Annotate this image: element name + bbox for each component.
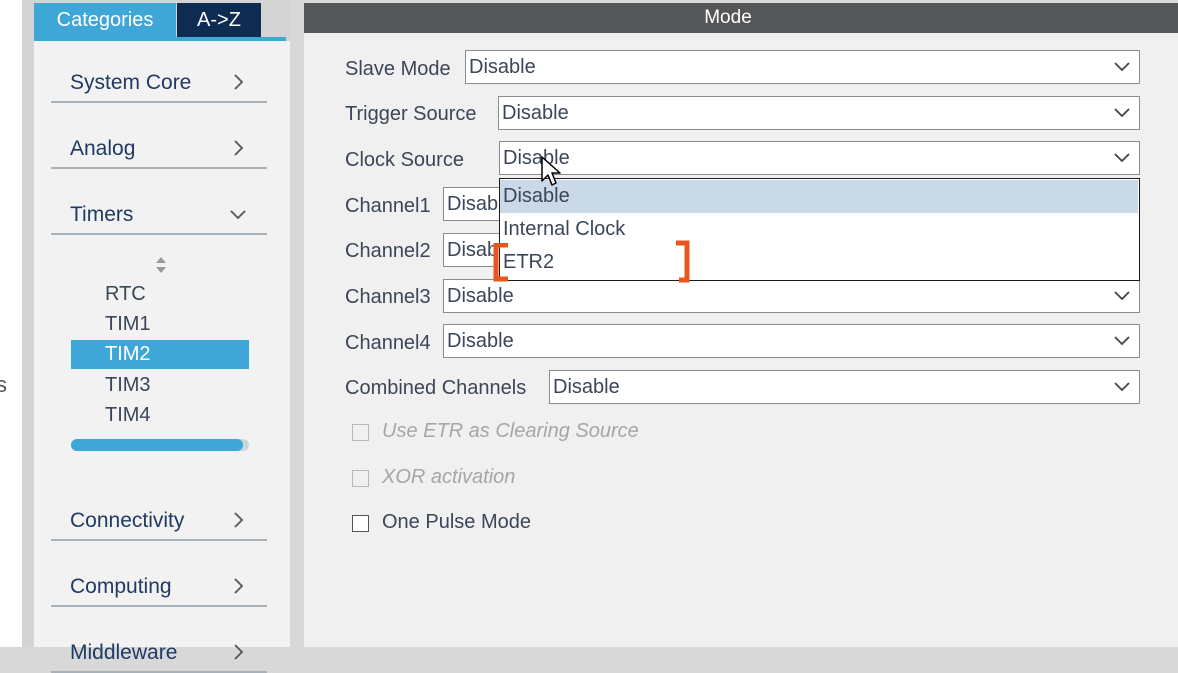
slave-mode-label: Slave Mode	[345, 58, 451, 80]
annotation-bracket-right	[674, 240, 694, 289]
checkbox-box[interactable]	[352, 515, 369, 532]
checkbox-box[interactable]	[352, 470, 369, 487]
option-disable[interactable]: Disable	[500, 180, 1138, 213]
clock-source-select[interactable]: Disable	[499, 141, 1140, 175]
select-value: Disable	[502, 102, 569, 124]
category-timers[interactable]: Timers	[51, 193, 267, 235]
checkbox-label: XOR activation	[382, 466, 516, 488]
chevron-down-icon	[1113, 334, 1131, 348]
timer-item-rtc[interactable]: RTC	[71, 280, 249, 309]
combined-channels-label: Combined Channels	[345, 377, 527, 399]
category-label: Middleware	[70, 641, 178, 664]
clock-source-dropdown[interactable]: Disable Internal Clock ETR2	[499, 178, 1140, 281]
category-label: Connectivity	[70, 509, 185, 532]
category-label: Analog	[70, 137, 136, 160]
select-value: Disable	[469, 56, 536, 78]
category-analog[interactable]: Analog	[51, 127, 267, 169]
chevron-right-icon	[229, 139, 247, 157]
category-middleware[interactable]: Middleware	[51, 631, 267, 673]
mouse-cursor-icon	[540, 155, 562, 189]
checkbox-label: Use ETR as Clearing Source	[382, 420, 639, 442]
option-internal-clock[interactable]: Internal Clock	[500, 213, 1138, 246]
timer-item-tim2[interactable]: TIM2	[71, 340, 249, 369]
chevron-down-icon	[1113, 60, 1131, 74]
chevron-right-icon	[229, 577, 247, 595]
option-etr2[interactable]: ETR2	[500, 246, 1138, 279]
category-system-core[interactable]: System Core	[51, 61, 267, 103]
category-panel: System Core Analog Timers RTC TIM1 TIM2 …	[34, 41, 290, 673]
chevron-down-icon	[1113, 151, 1131, 165]
select-value: Disable	[447, 330, 514, 352]
channel1-label: Channel1	[345, 195, 431, 217]
timer-item-tim4[interactable]: TIM4	[71, 401, 249, 430]
timer-item-tim1[interactable]: TIM1	[71, 310, 249, 339]
category-label: Computing	[70, 575, 172, 598]
timer-item-tim3[interactable]: TIM3	[71, 371, 249, 400]
checkbox-box[interactable]	[352, 424, 369, 441]
category-connectivity[interactable]: Connectivity	[51, 499, 267, 541]
category-label: System Core	[70, 71, 192, 94]
chevron-right-icon	[229, 73, 247, 91]
chevron-down-icon	[1113, 289, 1131, 303]
channel3-select[interactable]: Disable	[443, 279, 1140, 313]
sidebar: Categories A->Z System Core Analog Timer…	[22, 0, 290, 673]
category-computing[interactable]: Computing	[51, 565, 267, 607]
channel4-select[interactable]: Disable	[443, 324, 1140, 358]
trigger-source-label: Trigger Source	[345, 103, 477, 125]
slave-mode-select[interactable]: Disable	[465, 50, 1140, 84]
scrollbar-thumb[interactable]	[71, 439, 243, 451]
background-window-text: s	[0, 372, 7, 397]
sidebar-tabs: Categories A->Z	[34, 3, 284, 37]
chevron-down-icon	[229, 205, 247, 223]
chevron-right-icon	[229, 511, 247, 529]
sort-icon[interactable]	[154, 255, 168, 275]
checkbox-label: One Pulse Mode	[382, 511, 531, 533]
chevron-right-icon	[229, 643, 247, 661]
mode-panel: Mode Slave Mode Disable Trigger Source D…	[304, 3, 1178, 647]
background-window-strip: s	[0, 0, 22, 647]
channel2-label: Channel2	[345, 240, 431, 262]
chevron-down-icon	[1113, 106, 1131, 120]
chevron-down-icon	[1113, 380, 1131, 394]
category-label: Timers	[70, 203, 134, 226]
tab-categories[interactable]: Categories	[34, 3, 176, 37]
mode-header: Mode	[304, 3, 1178, 33]
select-value: Disable	[553, 376, 620, 398]
channel3-label: Channel3	[345, 286, 431, 308]
trigger-source-select[interactable]: Disable	[498, 96, 1140, 130]
horizontal-scrollbar[interactable]	[71, 439, 249, 451]
combined-channels-select[interactable]: Disable	[549, 370, 1140, 404]
tab-a-to-z[interactable]: A->Z	[177, 3, 261, 37]
annotation-bracket-left	[492, 242, 512, 288]
clock-source-label: Clock Source	[345, 149, 464, 171]
channel4-label: Channel4	[345, 332, 431, 354]
